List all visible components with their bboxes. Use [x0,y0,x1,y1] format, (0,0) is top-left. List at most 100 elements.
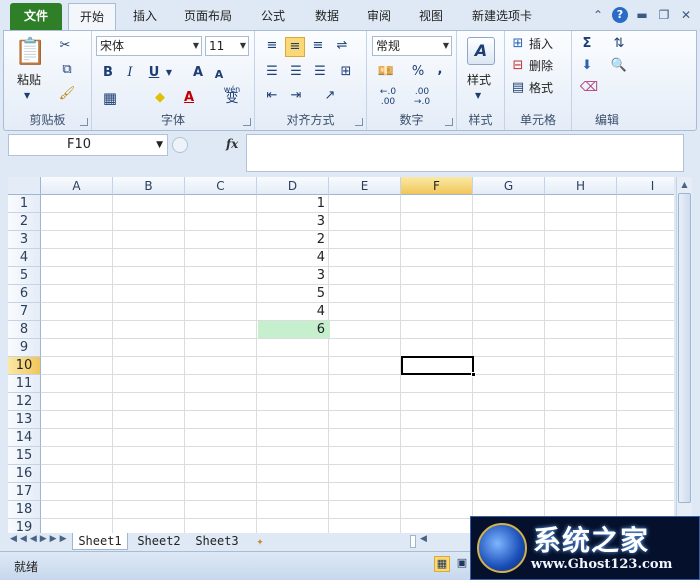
row-header-2[interactable]: 2 [8,213,41,231]
format-cells-icon[interactable]: ▤ [509,79,527,97]
tab-page-layout[interactable]: 页面布局 [176,3,240,30]
insert-function-icon[interactable]: fx [226,137,238,151]
grow-font-button[interactable]: A [190,64,206,82]
font-color-icon[interactable]: A [180,89,198,107]
row-header-13[interactable]: 13 [8,411,41,429]
font-launcher-icon[interactable] [243,118,251,126]
font-size-select[interactable]: 11 ▼ [205,36,249,56]
cut-icon[interactable]: ✂ [56,37,74,55]
row-header-3[interactable]: 3 [8,231,41,249]
decrease-decimal-button[interactable]: .00 →.0 [407,87,437,107]
align-top-icon[interactable]: ≡ [263,37,281,55]
cell-d4[interactable]: 4 [257,249,329,267]
column-header-a[interactable]: A [41,177,113,195]
tab-view[interactable]: 视图 [408,3,454,30]
phonetic-icon[interactable]: wén 变 [220,85,244,105]
number-format-select[interactable]: 常规 ▼ [372,36,452,56]
align-right-icon[interactable]: ☰ [311,63,329,81]
insert-cells-button[interactable]: 插入 [529,35,553,52]
sort-filter-icon[interactable]: ⇅ [608,35,630,53]
delete-cells-button[interactable]: 删除 [529,57,553,74]
copy-icon[interactable]: ⧉ [56,61,78,79]
clear-icon[interactable]: ⌫ [578,79,600,97]
wrap-text-icon[interactable]: ⇌ [333,37,351,55]
insert-sheet-icon[interactable]: ✦ [250,533,270,550]
font-name-select[interactable]: 宋体 ▼ [96,36,202,56]
paste-icon[interactable]: 📋 [14,35,46,69]
row-header-17[interactable]: 17 [8,483,41,501]
row-header-16[interactable]: 16 [8,465,41,483]
format-cells-button[interactable]: 格式 [529,79,553,96]
row-header-12[interactable]: 12 [8,393,41,411]
fill-handle[interactable] [471,372,476,377]
border-icon[interactable]: ▦ [100,89,120,107]
underline-dropdown-icon[interactable]: ▼ [164,64,174,82]
delete-cells-icon[interactable]: ⊟ [509,57,527,75]
column-header-f[interactable]: F [401,177,473,195]
cell-d7[interactable]: 4 [257,303,329,321]
formula-input[interactable] [246,134,684,172]
clipboard-launcher-icon[interactable] [80,118,88,126]
cell-d5[interactable]: 3 [257,267,329,285]
scroll-up-icon[interactable]: ▲ [677,177,692,192]
format-painter-icon[interactable]: 🖌 [58,85,76,103]
comma-button[interactable]: , [433,61,447,79]
sheet-nav-icon[interactable]: ◀◀◀▶▶▶ [10,534,70,544]
tab-file[interactable]: 文件 [10,3,62,30]
bold-button[interactable]: B [100,64,116,82]
orientation-icon[interactable]: ↗ [319,87,341,105]
row-header-4[interactable]: 4 [8,249,41,267]
currency-icon[interactable]: 💴 [375,63,397,81]
row-header-9[interactable]: 9 [8,339,41,357]
scroll-left-icon[interactable]: ◀ [420,534,427,544]
cell-d8[interactable]: 6 [257,321,329,339]
align-bottom-icon[interactable]: ≡ [309,37,327,55]
name-box[interactable]: F10 ▼ [8,134,168,156]
vertical-scrollbar[interactable]: ▲ ▼ [676,177,692,533]
help-icon[interactable]: ? [612,7,628,23]
normal-view-icon[interactable]: ▦ [434,556,450,572]
styles-dropdown-icon[interactable]: ▼ [475,87,481,105]
merge-center-icon[interactable]: ⊞ [335,63,357,81]
scroll-thumb[interactable] [678,193,691,503]
page-layout-view-icon[interactable]: ▣ [454,556,470,572]
row-header-11[interactable]: 11 [8,375,41,393]
align-middle-icon[interactable]: ≡ [285,37,305,57]
number-launcher-icon[interactable] [445,118,453,126]
italic-button[interactable]: I [122,64,138,82]
sheet-tab-2[interactable]: Sheet2 [132,533,186,550]
styles-icon[interactable]: A [467,37,495,65]
align-center-icon[interactable]: ☰ [287,63,305,81]
column-header-i[interactable]: I [617,177,674,195]
shrink-font-button[interactable]: A [212,66,226,84]
row-header-6[interactable]: 6 [8,285,41,303]
tab-home[interactable]: 开始 [68,3,116,30]
styles-button[interactable]: 样式 [467,71,491,88]
select-all-button[interactable] [8,177,41,195]
tab-insert[interactable]: 插入 [122,3,168,30]
row-header-8[interactable]: 8 [8,321,41,339]
tab-split-handle[interactable] [410,535,416,548]
decrease-indent-icon[interactable]: ⇤ [263,87,281,105]
tab-review[interactable]: 审阅 [356,3,402,30]
column-header-d[interactable]: D [257,177,329,195]
cell-d3[interactable]: 2 [257,231,329,249]
alignment-launcher-icon[interactable] [355,118,363,126]
percent-button[interactable]: % [411,63,425,81]
underline-button[interactable]: U [146,64,162,82]
sheet-tab-3[interactable]: Sheet3 [190,533,244,550]
column-header-b[interactable]: B [113,177,185,195]
row-header-1[interactable]: 1 [8,195,41,213]
fill-color-icon[interactable]: ◆ [150,89,170,107]
row-header-14[interactable]: 14 [8,429,41,447]
row-header-5[interactable]: 5 [8,267,41,285]
active-cell-f10[interactable] [401,356,476,377]
tab-formulas[interactable]: 公式 [250,3,296,30]
formula-expand-icon[interactable] [172,137,188,153]
fill-icon[interactable]: ⬇ [578,57,596,75]
minimize-icon[interactable]: ▬ [634,7,650,23]
row-header-15[interactable]: 15 [8,447,41,465]
column-header-e[interactable]: E [329,177,401,195]
minimize-ribbon-icon[interactable]: ⌃ [590,7,606,23]
column-header-c[interactable]: C [185,177,257,195]
